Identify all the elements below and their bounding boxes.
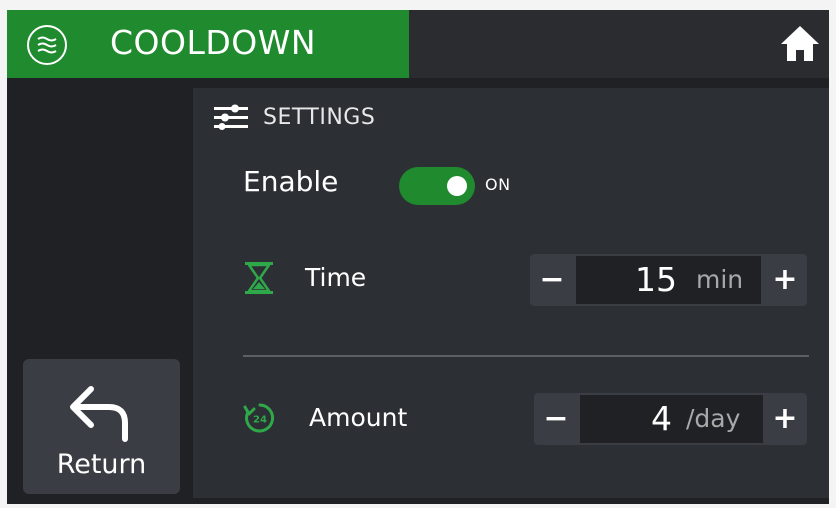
time-value-box: 15 min [576,256,761,304]
time-increment-button[interactable]: + [763,254,807,306]
svg-text:24: 24 [253,415,267,426]
settings-heading: SETTINGS [263,104,376,130]
time-decrement-button[interactable]: − [530,254,574,306]
enable-state: ON [485,175,511,194]
time-value: 15 [635,260,677,299]
amount-value-box: 4 /day [580,395,763,443]
amount-unit: /day [686,404,741,433]
return-arrow-icon [70,386,128,442]
settings-panel: SETTINGS Enable ON Time − 15 min + 24 Am… [193,88,829,498]
hourglass-icon [243,261,275,299]
enable-toggle[interactable] [399,167,475,205]
settings-header: SETTINGS [213,102,375,132]
home-button[interactable] [779,23,821,63]
amount-decrement-button[interactable]: − [534,393,578,445]
amount-value: 4 [651,399,672,438]
return-button[interactable]: Return [23,359,180,494]
time-unit: min [696,265,744,294]
24h-cycle-icon: 24 [243,401,277,439]
top-bar: COOLDOWN [7,10,829,78]
amount-stepper: − 4 /day + [534,393,807,445]
airflow-waves-icon [27,25,67,65]
page-title: COOLDOWN [110,23,317,62]
home-icon [781,26,819,61]
amount-label: Amount [309,403,408,432]
return-label: Return [56,449,147,480]
row-divider [243,355,809,357]
time-stepper: − 15 min + [530,254,807,306]
amount-increment-button[interactable]: + [763,393,807,445]
time-label: Time [305,263,367,292]
enable-label: Enable [243,165,339,198]
screen: COOLDOWN Return SETTINGS Enable ON Time … [7,10,829,504]
toggle-knob [447,176,467,196]
sliders-icon [214,104,248,130]
mode-title-block: COOLDOWN [7,10,409,78]
